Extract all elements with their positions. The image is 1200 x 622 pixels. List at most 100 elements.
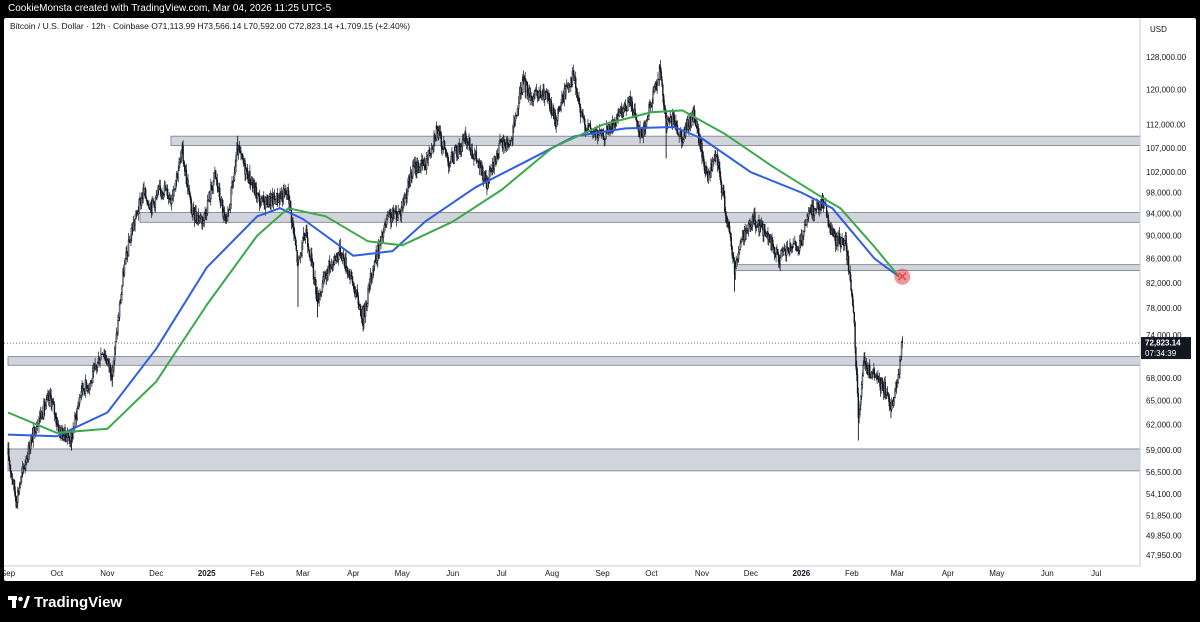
candle-body [688, 126, 690, 131]
candle-body [294, 234, 296, 239]
candle-body [843, 239, 846, 246]
crossover-marker-symbol: ✕ [896, 269, 908, 285]
candle-body [838, 233, 841, 244]
candle-body [157, 189, 159, 196]
chart-panel[interactable]: USD 128,000.00 120,000.00 112,000.00 107,000… [4, 18, 1196, 581]
candle-body [806, 219, 808, 225]
candle-body [55, 413, 57, 424]
candle-body [498, 143, 500, 158]
candle-body [175, 179, 177, 189]
x-tick-label: Feb [845, 569, 859, 578]
candle-body [518, 102, 520, 109]
candle-body [82, 382, 84, 390]
candle-body [860, 383, 863, 397]
candle-body [504, 142, 506, 147]
candle-body [304, 235, 306, 240]
candle-body [406, 191, 408, 199]
candle-body [318, 299, 320, 303]
candle-body [45, 399, 47, 407]
candle-body [9, 464, 12, 472]
candle-body [123, 263, 126, 276]
candle-body [640, 128, 643, 138]
candle-body [759, 225, 761, 233]
candle-body [597, 134, 600, 139]
candle-body [854, 322, 856, 348]
candle-body [353, 285, 355, 293]
candle-body [701, 143, 703, 158]
candle-body [74, 415, 76, 429]
candle-body [373, 265, 375, 270]
candle-body [840, 237, 842, 247]
y-tick-label: 90,000.00 [1146, 232, 1182, 241]
candle-body [307, 237, 309, 248]
candle-body [267, 204, 270, 208]
candle-body [517, 108, 519, 116]
candle-body [263, 195, 265, 202]
candle-body [445, 149, 447, 155]
candle-body [78, 397, 81, 404]
candle-body [518, 93, 521, 104]
candle-body [72, 428, 74, 439]
candle-body [730, 237, 732, 248]
candle-body [80, 391, 83, 396]
candle-body [179, 159, 181, 163]
candle-body [53, 403, 56, 415]
candle-body [65, 437, 68, 442]
candle-body [249, 171, 251, 185]
candle-body [285, 190, 287, 194]
candle-body [124, 258, 126, 265]
candle-body [870, 372, 873, 378]
candle-body [775, 252, 777, 258]
x-tick-label: 2026 [792, 569, 810, 578]
candle-body [737, 252, 740, 260]
candle-body [59, 426, 61, 433]
candle-body [96, 361, 99, 368]
candle-body [827, 214, 829, 226]
candle-body [114, 348, 116, 362]
candle-body [837, 236, 839, 246]
candle-body [120, 294, 122, 304]
candle-body [229, 204, 232, 211]
candle-body [171, 198, 173, 205]
candle-body [172, 189, 175, 197]
candle-body [728, 221, 730, 227]
candle-body [118, 317, 120, 321]
candle-body [897, 374, 899, 384]
y-tick-label: 94,000.00 [1146, 210, 1182, 219]
candle-body [479, 162, 482, 168]
price-chart[interactable]: USD 128,000.00 120,000.00 112,000.00 107,000… [4, 18, 1196, 581]
candle-body [270, 197, 272, 206]
candle-body [137, 211, 140, 215]
candle-body [29, 448, 31, 454]
candle-body [729, 233, 732, 238]
candle-body [109, 365, 112, 377]
y-tick-label: 56,500.00 [1146, 468, 1182, 477]
candle-body [471, 149, 473, 159]
candle-body [292, 220, 294, 228]
candle-body [656, 84, 658, 90]
candle-body [68, 435, 70, 441]
candle-body [500, 139, 502, 142]
candle-body [849, 271, 851, 281]
candle-body [216, 179, 219, 188]
candle-body [652, 90, 654, 104]
candle-body [578, 98, 580, 105]
candle-body [113, 360, 115, 371]
candle-body [430, 148, 433, 154]
candle-body [452, 152, 454, 163]
y-tick-label: 65,000.00 [1146, 397, 1182, 406]
candle-body [731, 246, 733, 256]
y-tick-label: 82,000.00 [1146, 279, 1182, 288]
candle-body [719, 167, 721, 177]
candle-body [702, 155, 705, 163]
candle-body [436, 126, 438, 130]
candle-body [449, 162, 451, 167]
y-tick-label: 120,000.00 [1146, 86, 1187, 95]
candle-body [582, 113, 584, 119]
tradingview-logo[interactable]: TradingView [8, 594, 122, 612]
candle-body [899, 359, 901, 374]
candle-body [246, 167, 249, 180]
candle-body [865, 364, 868, 369]
x-tick-label: Jul [1091, 569, 1101, 578]
candle-body [390, 217, 393, 223]
